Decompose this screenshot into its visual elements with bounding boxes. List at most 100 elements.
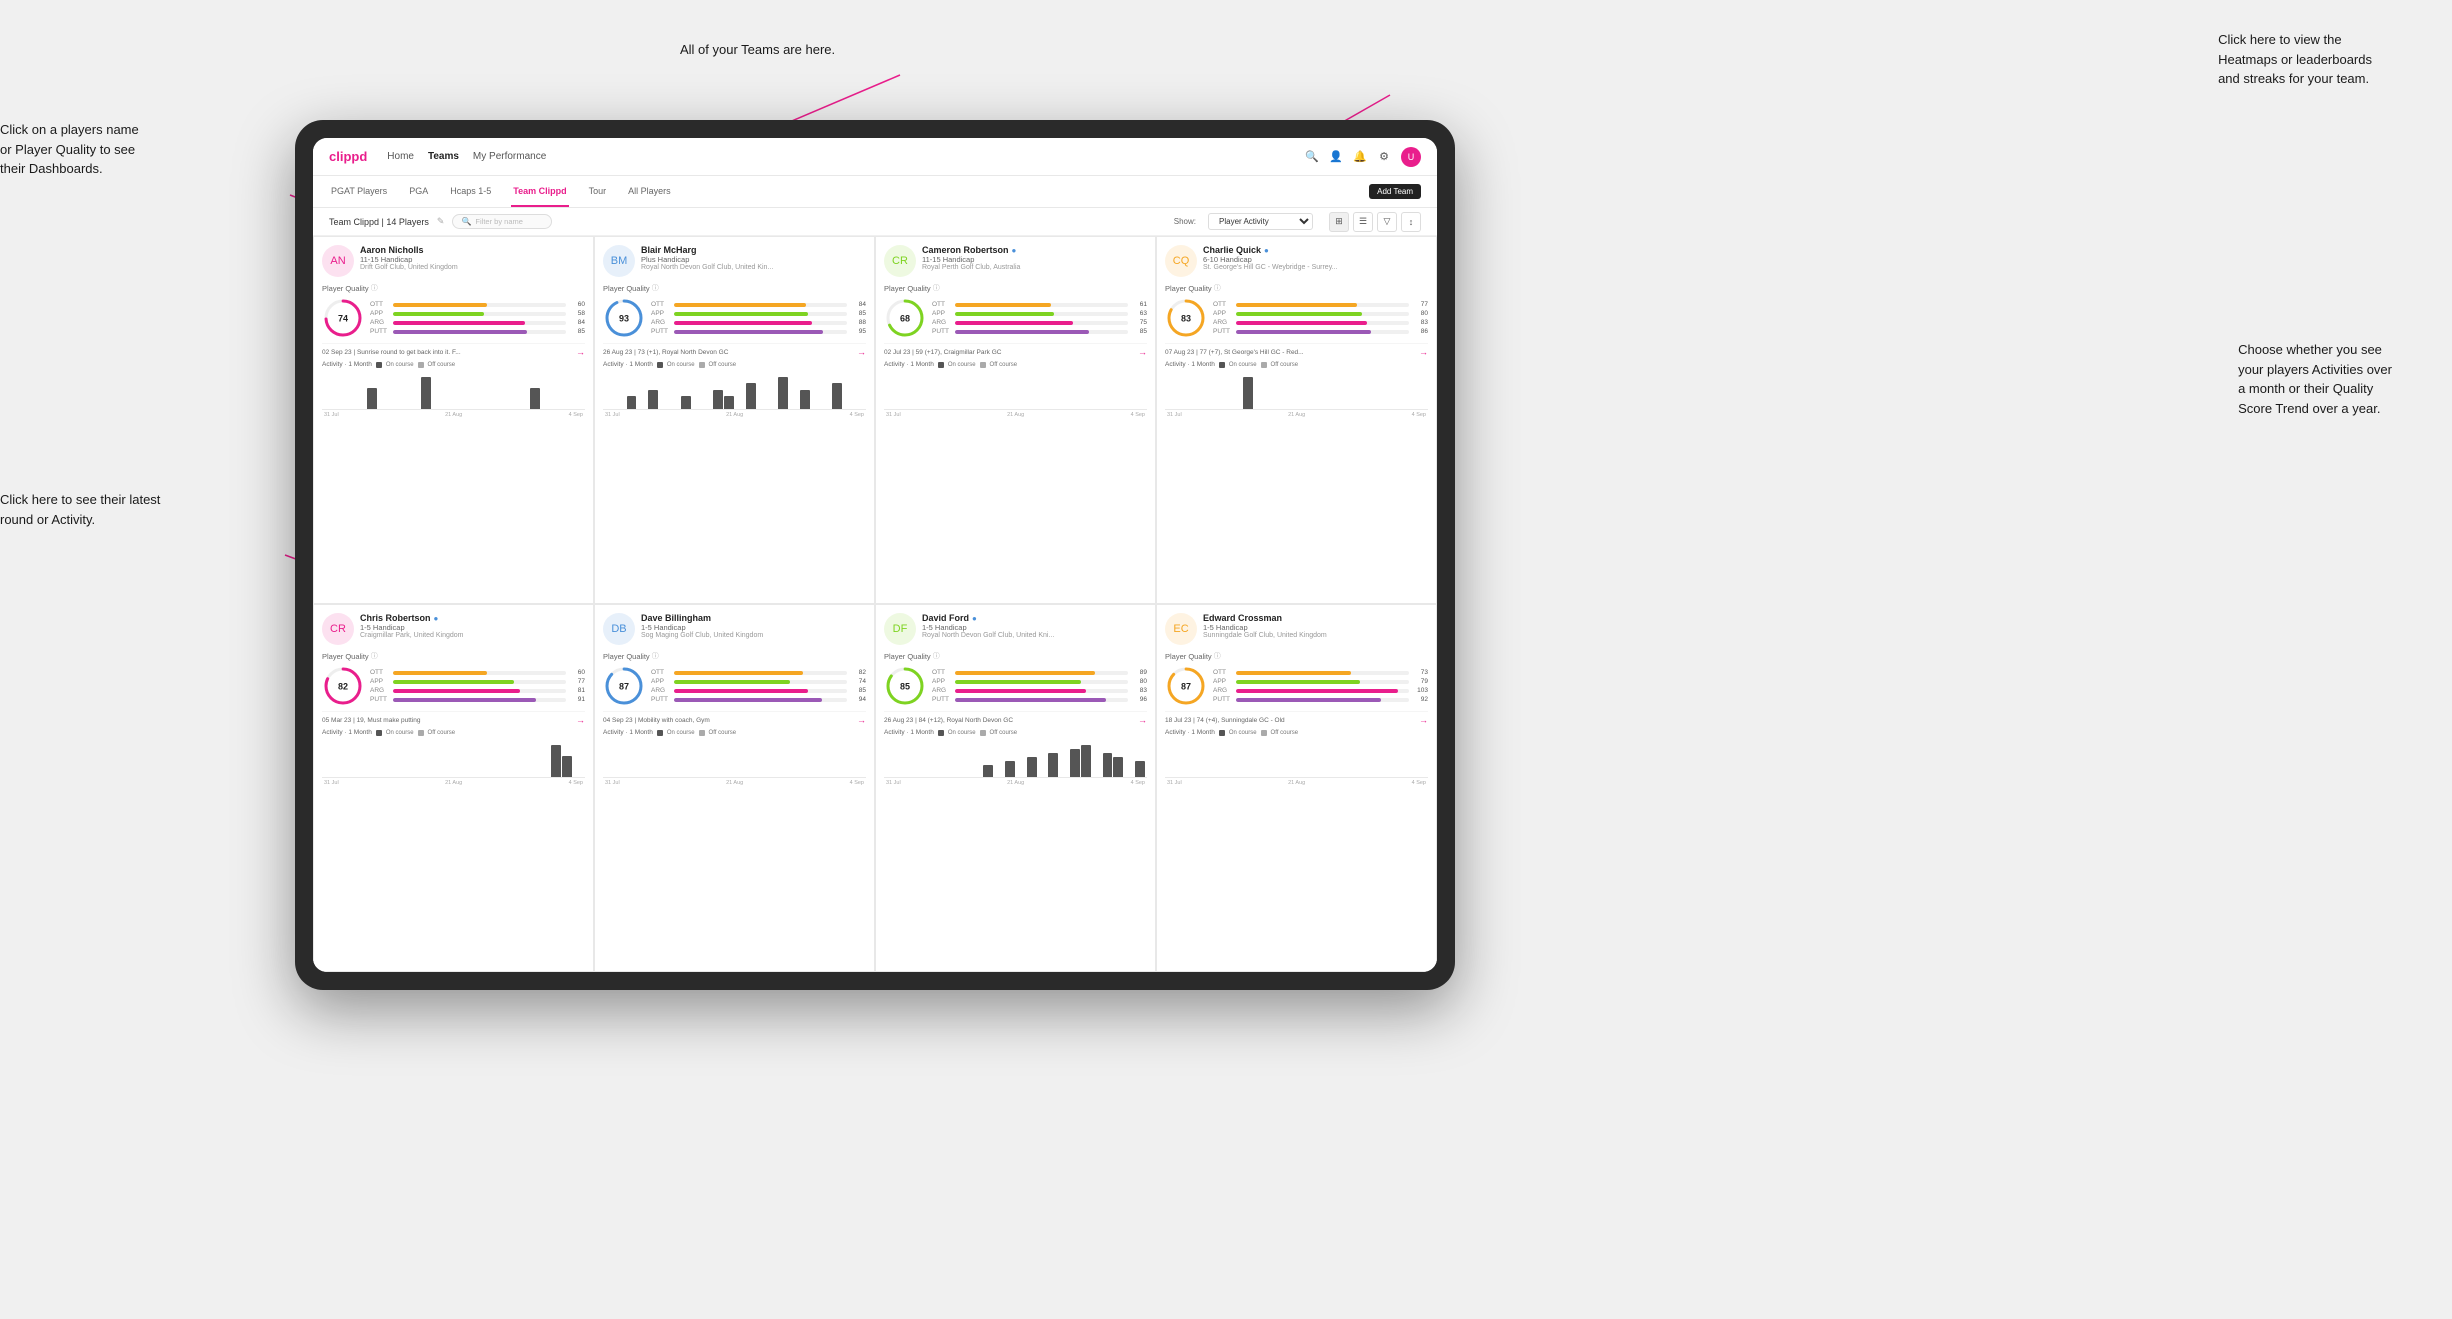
nav-my-performance[interactable]: My Performance: [473, 149, 546, 164]
round-arrow[interactable]: →: [1419, 715, 1428, 725]
player-info: David Ford ● 1-5 Handicap Royal North De…: [922, 613, 1147, 639]
latest-round[interactable]: 02 Sep 23 | Sunrise round to get back in…: [322, 343, 585, 357]
player-handicap: 11-15 Handicap: [360, 255, 585, 264]
on-course-legend: [1219, 730, 1225, 736]
player-card[interactable]: DF David Ford ● 1-5 Handicap Royal North…: [875, 604, 1156, 972]
user-icon[interactable]: 👤: [1329, 150, 1343, 164]
activity-header: Activity · 1 Month On course Off course: [322, 361, 585, 368]
player-info: Aaron Nicholls 11-15 Handicap Drift Golf…: [360, 245, 585, 271]
on-course-legend: [1219, 362, 1225, 368]
on-course-legend: [938, 362, 944, 368]
settings-icon[interactable]: ⚙: [1377, 150, 1391, 164]
filter-input[interactable]: 🔍 Filter by name: [452, 214, 552, 229]
player-avatar: BM: [603, 245, 635, 277]
player-card[interactable]: EC Edward Crossman 1-5 Handicap Sunningd…: [1156, 604, 1437, 972]
latest-round[interactable]: 07 Aug 23 | 77 (+7), St George's Hill GC…: [1165, 343, 1428, 357]
player-club: Craigmillar Park, United Kingdom: [360, 632, 585, 639]
player-name[interactable]: Charlie Quick ●: [1203, 245, 1428, 255]
date-mid: 21 Aug: [1007, 780, 1024, 786]
round-arrow[interactable]: →: [576, 715, 585, 725]
activity-header: Activity · 1 Month On course Off course: [1165, 729, 1428, 736]
player-card[interactable]: CR Chris Robertson ● 1-5 Handicap Craigm…: [313, 604, 594, 972]
round-arrow[interactable]: →: [1138, 715, 1147, 725]
activity-legend: On course Off course: [1219, 730, 1298, 736]
player-name[interactable]: Blair McHarg: [641, 245, 866, 255]
player-handicap: 1-5 Handicap: [1203, 623, 1428, 632]
chart-bars: [884, 738, 1147, 777]
bell-icon[interactable]: 🔔: [1353, 150, 1367, 164]
player-name[interactable]: Edward Crossman: [1203, 613, 1428, 623]
show-select[interactable]: Player Activity Quality Score Trend: [1208, 213, 1313, 230]
off-course-legend: [1261, 730, 1267, 736]
latest-round[interactable]: 18 Jul 23 | 74 (+4), Sunningdale GC - Ol…: [1165, 711, 1428, 725]
activity-legend: On course Off course: [938, 362, 1017, 368]
latest-round[interactable]: 26 Aug 23 | 73 (+1), Royal North Devon G…: [603, 343, 866, 357]
player-handicap: Plus Handicap: [641, 255, 866, 264]
chart-dates: 31 Jul 21 Aug 4 Sep: [603, 778, 866, 786]
latest-round[interactable]: 04 Sep 23 | Mobility with coach, Gym →: [603, 711, 866, 725]
activity-section: Activity · 1 Month On course Off course …: [603, 729, 866, 963]
player-name[interactable]: Aaron Nicholls: [360, 245, 585, 255]
teams-annotation: All of your Teams are here.: [680, 40, 835, 60]
off-course-legend: [418, 362, 424, 368]
latest-round[interactable]: 02 Jul 23 | 59 (+17), Craigmillar Park G…: [884, 343, 1147, 357]
activity-label: Activity · 1 Month: [603, 361, 653, 368]
round-arrow[interactable]: →: [857, 715, 866, 725]
player-handicap: 11-15 Handicap: [922, 255, 1147, 264]
add-team-button[interactable]: Add Team: [1369, 184, 1421, 199]
off-course-legend: [1261, 362, 1267, 368]
player-card[interactable]: DB Dave Billingham 1-5 Handicap Sog Magi…: [594, 604, 875, 972]
round-arrow[interactable]: →: [1419, 347, 1428, 357]
edit-icon[interactable]: ✎: [437, 216, 445, 227]
tab-hcaps[interactable]: Hcaps 1-5: [448, 176, 493, 207]
round-arrow[interactable]: →: [576, 347, 585, 357]
user-avatar[interactable]: U: [1401, 147, 1421, 167]
round-arrow[interactable]: →: [857, 347, 866, 357]
player-name[interactable]: Cameron Robertson ●: [922, 245, 1147, 255]
search-icon[interactable]: 🔍: [1305, 150, 1319, 164]
sort-btn[interactable]: ↕: [1401, 212, 1421, 232]
player-name[interactable]: Chris Robertson ●: [360, 613, 585, 623]
chart-dates: 31 Jul 21 Aug 4 Sep: [1165, 410, 1428, 418]
activity-legend: On course Off course: [657, 362, 736, 368]
chart-area: [603, 370, 866, 410]
tab-pgat[interactable]: PGAT Players: [329, 176, 389, 207]
activity-legend: On course Off course: [938, 730, 1017, 736]
player-header: DB Dave Billingham 1-5 Handicap Sog Magi…: [603, 613, 866, 645]
player-club: Sunningdale Golf Club, United Kingdom: [1203, 632, 1428, 639]
latest-round[interactable]: 05 Mar 23 | 19, Must make putting →: [322, 711, 585, 725]
tab-pga[interactable]: PGA: [407, 176, 430, 207]
player-card[interactable]: AN Aaron Nicholls 11-15 Handicap Drift G…: [313, 236, 594, 604]
player-card[interactable]: BM Blair McHarg Plus Handicap Royal Nort…: [594, 236, 875, 604]
activity-section: Activity · 1 Month On course Off course …: [1165, 361, 1428, 595]
player-avatar: EC: [1165, 613, 1197, 645]
chart-dates: 31 Jul 21 Aug 4 Sep: [884, 778, 1147, 786]
grid-view-btn[interactable]: ⊞: [1329, 212, 1349, 232]
round-arrow[interactable]: →: [1138, 347, 1147, 357]
date-start: 31 Jul: [324, 780, 339, 786]
chart-dates: 31 Jul 21 Aug 4 Sep: [1165, 778, 1428, 786]
player-card[interactable]: CR Cameron Robertson ● 11-15 Handicap Ro…: [875, 236, 1156, 604]
on-course-legend: [938, 730, 944, 736]
tab-team-clippd[interactable]: Team Clippd: [511, 176, 568, 207]
player-name[interactable]: David Ford ●: [922, 613, 1147, 623]
activity-section: Activity · 1 Month On course Off course …: [322, 361, 585, 595]
quality-stats: OTT 77 APP 80 ARG 83 PUTT 86: [1213, 301, 1428, 335]
player-header: CR Cameron Robertson ● 11-15 Handicap Ro…: [884, 245, 1147, 277]
chart-dates: 31 Jul 21 Aug 4 Sep: [322, 778, 585, 786]
date-end: 4 Sep: [850, 412, 864, 418]
filter-placeholder: Filter by name: [475, 217, 523, 226]
date-start: 31 Jul: [605, 412, 620, 418]
tab-tour[interactable]: Tour: [587, 176, 609, 207]
player-card[interactable]: CQ Charlie Quick ● 6-10 Handicap St. Geo…: [1156, 236, 1437, 604]
list-view-btn[interactable]: ☰: [1353, 212, 1373, 232]
nav-home[interactable]: Home: [387, 149, 414, 164]
date-end: 4 Sep: [569, 780, 583, 786]
tab-all-players[interactable]: All Players: [626, 176, 673, 207]
chart-area: [1165, 370, 1428, 410]
player-name[interactable]: Dave Billingham: [641, 613, 866, 623]
filter-btn[interactable]: ▽: [1377, 212, 1397, 232]
activity-label: Activity · 1 Month: [884, 361, 934, 368]
nav-teams[interactable]: Teams: [428, 149, 459, 164]
latest-round[interactable]: 26 Aug 23 | 84 (+12), Royal North Devon …: [884, 711, 1147, 725]
